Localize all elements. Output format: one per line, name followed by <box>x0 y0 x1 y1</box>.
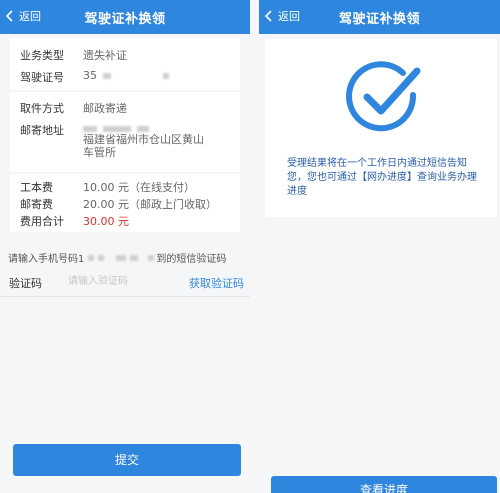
cost-fee-row: 工本费 10.00 元（在线支付） <box>20 179 195 195</box>
verification-code-row: 验证码 获取验证码 <box>0 270 250 297</box>
redacted-mask <box>130 254 139 261</box>
business-info-card: 业务类型 遗失补证 驾驶证号 35 <box>10 38 240 90</box>
screen-divider <box>250 0 259 493</box>
license-no-row: 驾驶证号 35 <box>20 69 169 85</box>
cost-fee-label: 工本费 <box>20 181 53 194</box>
business-type-label: 业务类型 <box>20 49 64 62</box>
view-progress-button[interactable]: 查看进度 <box>271 476 497 493</box>
postage-value: 20.00 元（邮政上门收取） <box>83 198 217 211</box>
redacted-mask <box>163 73 169 79</box>
address-line-2: 车管所 <box>83 146 116 159</box>
phone-prompt-suffix: 到的短信验证码 <box>156 254 227 265</box>
redacted-address <box>83 122 213 133</box>
postage-row: 邮寄费 20.00 元（邮政上门收取） <box>20 196 217 212</box>
total-value: 30.00 元 <box>83 215 129 228</box>
license-no-prefix: 35 <box>83 69 97 82</box>
phone-prompt: 请输入手机号码1 到的短信验证码 <box>8 250 226 265</box>
redacted-mask <box>103 73 111 79</box>
nav-bar: 返回 驾驶证补换领 <box>0 0 250 34</box>
mail-address-value: 福建省福州市仓山区黄山 车管所 <box>83 122 213 159</box>
delivery-card: 取件方式 邮政寄递 邮寄地址 福建省福州市仓山区黄山 车管所 <box>10 92 240 172</box>
total-label: 费用合计 <box>20 215 64 228</box>
page-title: 驾驶证补换领 <box>338 12 420 27</box>
pickup-method-row: 取件方式 邮政寄递 <box>20 100 127 116</box>
result-message: 受理结果将在一个工作日内通过短信告知您，您也可通过【网办进度】查询业务办理进度 <box>287 158 477 197</box>
code-input[interactable] <box>68 272 168 290</box>
page-title: 驾驶证补换领 <box>84 12 166 27</box>
nav-bar: 返回 驾驶证补换领 <box>259 0 500 34</box>
business-type-row: 业务类型 遗失补证 <box>20 47 127 63</box>
code-label: 验证码 <box>9 277 42 290</box>
pickup-method-value: 邮政寄递 <box>83 102 127 115</box>
license-no-label: 驾驶证号 <box>20 71 64 84</box>
address-line-1: 福建省福州市仓山区黄山 <box>83 133 204 146</box>
license-no-value: 35 <box>83 69 169 85</box>
cost-fee-value: 10.00 元（在线支付） <box>83 181 195 194</box>
phone-prompt-prefix: 请输入手机号码1 <box>8 254 85 265</box>
success-check-icon <box>346 61 421 132</box>
redacted-mask <box>98 254 105 261</box>
total-row: 费用合计 30.00 元 <box>20 213 129 229</box>
mail-address-label: 邮寄地址 <box>20 124 64 137</box>
business-type-value: 遗失补证 <box>83 49 127 62</box>
result-screen: 返回 驾驶证补换领 受理结果将在一个工作日内通过短信告知您，您也可通过【网办进度… <box>259 0 500 493</box>
fee-card: 工本费 10.00 元（在线支付） 邮寄费 20.00 元（邮政上门收取） 费用… <box>10 174 240 232</box>
redacted-mask <box>148 254 155 261</box>
get-code-button[interactable]: 获取验证码 <box>189 275 244 291</box>
apply-screen: 返回 驾驶证补换领 业务类型 遗失补证 驾驶证号 35 取件方式 邮政寄递 邮寄… <box>0 0 250 493</box>
mail-address-row: 邮寄地址 福建省福州市仓山区黄山 车管所 <box>20 122 213 159</box>
postage-label: 邮寄费 <box>20 198 53 211</box>
redacted-mask <box>116 254 127 261</box>
result-card: 受理结果将在一个工作日内通过短信告知您，您也可通过【网办进度】查询业务办理进度 <box>265 39 497 217</box>
submit-button[interactable]: 提交 <box>13 444 241 476</box>
redacted-mask <box>88 254 95 261</box>
pickup-method-label: 取件方式 <box>20 102 64 115</box>
